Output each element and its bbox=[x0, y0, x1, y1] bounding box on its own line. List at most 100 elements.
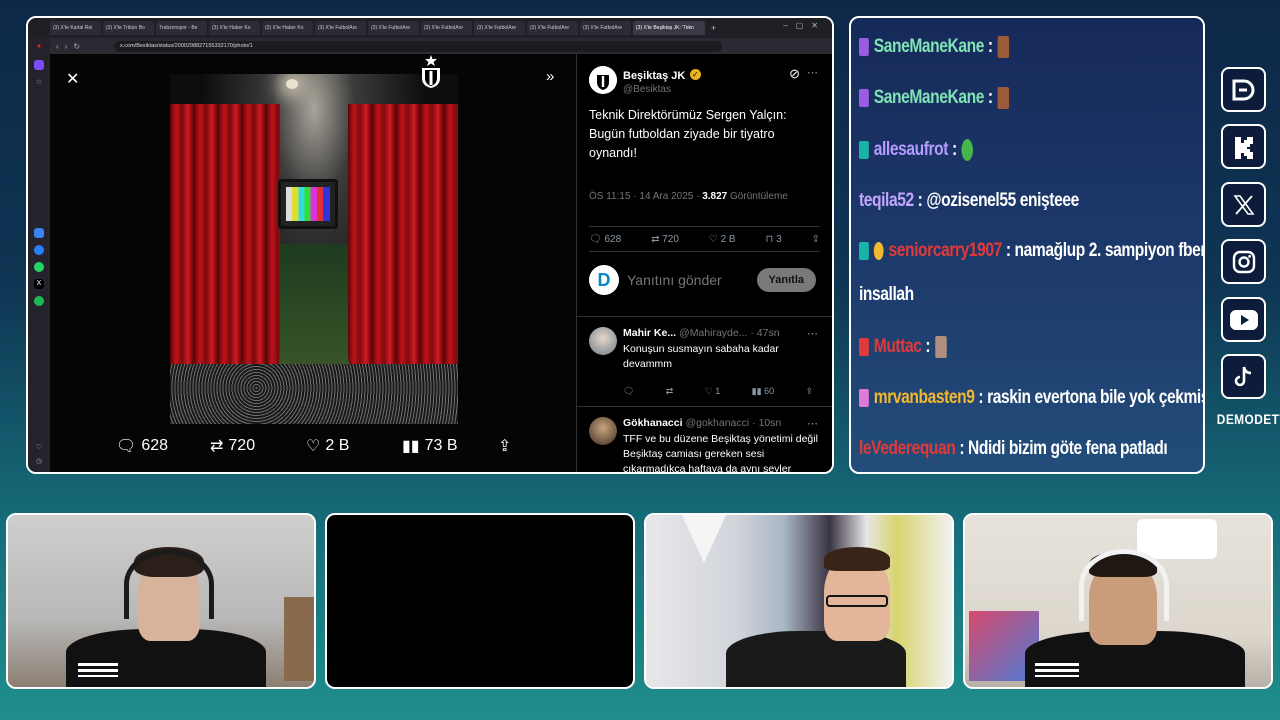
browser-tab[interactable]: (3) X'te Tribün Bo bbox=[103, 21, 154, 35]
youtube-icon[interactable] bbox=[1221, 297, 1266, 342]
author-handle[interactable]: @Besiktas bbox=[623, 84, 701, 95]
comment-time: · 47sn bbox=[750, 327, 780, 339]
chat-message: leVederequan : Ndidi bizim göte fena pat… bbox=[859, 438, 1168, 459]
browser-tab-active[interactable]: (3) X'te Beşiktaş JK: 'Tekn bbox=[633, 21, 705, 35]
comment-text: Konuşun susmayın sabaha kadar devammm bbox=[623, 343, 779, 371]
chat-text: namağlup 2. sampiyon fbem bbox=[1014, 240, 1205, 261]
reply-icon: 🗨 bbox=[589, 233, 605, 245]
share-icon[interactable]: ⇪ bbox=[812, 234, 820, 245]
chat-text: Ndidi bizim göte fena patladı bbox=[968, 438, 1168, 459]
expand-icon[interactable]: » bbox=[546, 68, 554, 85]
viewer-repost[interactable]: ⇄ 720 bbox=[210, 436, 255, 456]
messenger-icon[interactable] bbox=[34, 245, 44, 255]
tweet-text: Teknik Direktörümüz Sergen Yalçın: Bugün… bbox=[589, 108, 787, 160]
more-icon[interactable]: ⋯ bbox=[34, 471, 44, 472]
window-controls-icon[interactable]: –▢✕ bbox=[783, 21, 826, 30]
emote-icon bbox=[997, 87, 1010, 109]
browser-tab[interactable]: (3) X'te FutbolAre bbox=[474, 21, 525, 35]
views-icon: ▮▮ bbox=[402, 438, 420, 455]
more-options-icon[interactable]: ⋯ bbox=[807, 66, 818, 79]
webcam-feed-1 bbox=[6, 513, 316, 689]
commenter-name[interactable]: Gökhanacci bbox=[623, 417, 683, 429]
subscriber-badge-icon bbox=[859, 389, 869, 407]
browser-tab[interactable]: (3) X'te FutbolAre bbox=[315, 21, 366, 35]
dlive-icon[interactable] bbox=[1221, 67, 1266, 112]
chat-username: Muttac bbox=[873, 336, 922, 357]
chat-message: mrvanbasten9 : raskin evertona bile yok … bbox=[859, 387, 1203, 409]
viewer-views[interactable]: ▮▮ 73 B bbox=[402, 436, 458, 456]
url-field[interactable]: x.com/Besiktas/status/200029882715533217… bbox=[114, 40, 722, 52]
instagram-icon[interactable] bbox=[1221, 239, 1266, 284]
grok-icon[interactable]: ⊘ bbox=[789, 66, 800, 82]
commenter-name[interactable]: Mahir Ke... bbox=[623, 327, 676, 339]
chat-text: insallah bbox=[859, 284, 914, 305]
views-action[interactable]: ▮▮ 60 bbox=[752, 386, 774, 397]
x-sidebar-icon[interactable]: X bbox=[34, 279, 44, 289]
repost-icon[interactable]: ⇄ bbox=[666, 386, 674, 397]
comment-item[interactable]: Mahir Ke... @Mahirayde... · 47sn ⋯ Konuş… bbox=[577, 316, 832, 406]
browser-tab[interactable]: (3) X'te FutbolAre bbox=[580, 21, 631, 35]
share-icon[interactable]: ⇪ bbox=[498, 436, 511, 456]
share-icon[interactable]: ⇪ bbox=[805, 386, 813, 397]
workspace-icon[interactable] bbox=[34, 60, 44, 70]
spotify-icon[interactable] bbox=[34, 296, 44, 306]
chat-username: SaneManeKane bbox=[873, 87, 985, 108]
close-icon[interactable]: ✕ bbox=[66, 69, 79, 89]
reply-icon: 🗨 bbox=[116, 438, 137, 455]
chat-text: @ozisenel55 enişteee bbox=[926, 190, 1079, 211]
bookmark-icon: ⊓ bbox=[765, 233, 777, 245]
new-tab-icon[interactable]: + bbox=[711, 23, 716, 33]
comment-actions: 🗨 ⇄ ♡ 1 ▮▮ 60 ⇪ bbox=[623, 386, 813, 397]
reply-action[interactable]: 🗨 628 bbox=[589, 234, 621, 245]
more-options-icon[interactable]: ⋯ bbox=[807, 327, 818, 340]
commenter-avatar[interactable] bbox=[589, 327, 617, 355]
viewer-like[interactable]: ♡ 2 B bbox=[306, 436, 349, 456]
tweet-photo[interactable] bbox=[170, 74, 458, 424]
tab-bar: (3) X'te Kartal Rei (3) X'te Tribün Bo T… bbox=[28, 18, 832, 38]
heart-icon[interactable]: ♡ bbox=[34, 443, 44, 453]
browser-tab[interactable]: (3) X'te Haber Ko bbox=[209, 21, 260, 35]
chat-username: leVederequan bbox=[859, 438, 956, 459]
browser-tab[interactable]: (3) X'te FutbolAre bbox=[368, 21, 419, 35]
author-avatar[interactable] bbox=[589, 66, 617, 94]
more-options-icon[interactable]: ⋯ bbox=[807, 417, 818, 430]
browser-tab[interactable]: (3) X'te FutbolAre bbox=[527, 21, 578, 35]
x-icon[interactable] bbox=[1221, 182, 1266, 227]
chat-overlay: SaneManeKane : SaneManeKane : allesaufro… bbox=[849, 16, 1205, 474]
subscriber-badge-icon bbox=[859, 141, 869, 159]
browser-tab[interactable]: Trabzonspor - Be bbox=[156, 21, 207, 35]
like-icon: ♡ bbox=[306, 438, 321, 455]
reply-composer: D Yanıtını gönder Yanıtla bbox=[589, 262, 816, 298]
whatsapp-icon[interactable] bbox=[34, 262, 44, 272]
history-icon[interactable]: ◷ bbox=[34, 457, 44, 467]
commenter-avatar[interactable] bbox=[589, 417, 617, 445]
like-action[interactable]: ♡ 1 bbox=[705, 386, 721, 397]
like-icon: ♡ bbox=[708, 233, 721, 245]
navigation-buttons-icon[interactable]: ‹›↻ bbox=[50, 42, 114, 51]
view-count: 3.827 bbox=[702, 191, 728, 202]
comment-item[interactable]: Gökhanacci @gokhanacci · 10sn ⋯ TFF ve b… bbox=[577, 406, 832, 472]
opera-icon[interactable]: ● bbox=[34, 42, 44, 52]
address-bar: ‹›↻ x.com/Besiktas/status/20002988271553… bbox=[50, 38, 832, 54]
chat-message: seniorcarry1907 : namağlup 2. sampiyon f… bbox=[859, 240, 1205, 262]
webcam-feed-4 bbox=[963, 513, 1273, 689]
repost-action[interactable]: ⇄ 720 bbox=[651, 234, 679, 245]
browser-window: (3) X'te Kartal Rei (3) X'te Tribün Bo T… bbox=[26, 16, 834, 474]
bookmark-action[interactable]: ⊓ 3 bbox=[766, 234, 782, 245]
chat-username: allesaufrot bbox=[873, 139, 949, 160]
author-name[interactable]: Beşiktaş JK bbox=[623, 70, 685, 82]
pin-icon[interactable]: ☆ bbox=[34, 78, 44, 88]
reply-button[interactable]: Yanıtla bbox=[756, 268, 816, 292]
viewer-reply[interactable]: 🗨 628 bbox=[116, 436, 168, 456]
reply-icon[interactable]: 🗨 bbox=[623, 386, 634, 397]
browser-tab[interactable]: (3) X'te Kartal Rei bbox=[50, 21, 101, 35]
browser-tab[interactable]: (3) X'te Haber Ko bbox=[262, 21, 313, 35]
test-pattern-tv bbox=[278, 179, 338, 229]
reply-input[interactable]: Yanıtını gönder bbox=[627, 272, 757, 288]
tiktok-icon[interactable] bbox=[1221, 354, 1266, 399]
like-action[interactable]: ♡ 2 B bbox=[709, 234, 736, 245]
kick-icon[interactable] bbox=[1221, 124, 1266, 169]
appstore-icon[interactable] bbox=[34, 228, 44, 238]
chat-message: SaneManeKane : bbox=[859, 36, 1010, 58]
browser-tab[interactable]: (3) X'te FutbolAre bbox=[421, 21, 472, 35]
